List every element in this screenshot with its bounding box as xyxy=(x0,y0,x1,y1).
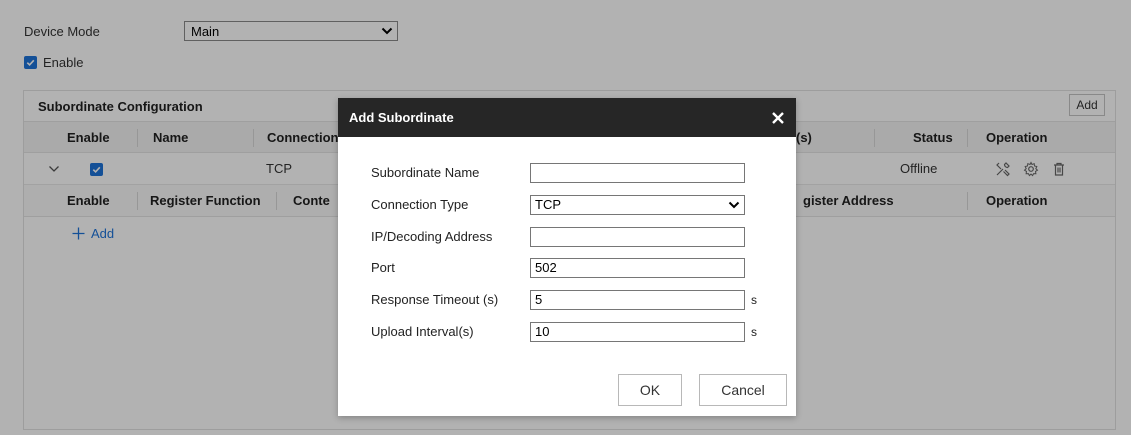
dialog-header: Add Subordinate xyxy=(338,98,796,137)
cancel-button[interactable]: Cancel xyxy=(699,374,787,406)
connection-type-value: TCP xyxy=(535,197,561,212)
ip-address-input[interactable] xyxy=(530,226,745,247)
close-button[interactable] xyxy=(770,110,786,126)
response-timeout-input[interactable]: 5 xyxy=(530,289,745,310)
response-timeout-unit: s xyxy=(751,292,757,307)
response-timeout-label: Response Timeout (s) xyxy=(371,292,499,307)
upload-interval-unit: s xyxy=(751,324,757,339)
dialog-title: Add Subordinate xyxy=(349,110,454,125)
ok-button[interactable]: OK xyxy=(618,374,682,406)
upload-interval-row: Upload Interval(s) 10 s xyxy=(371,321,757,342)
upload-interval-input[interactable]: 10 xyxy=(530,321,745,342)
add-subordinate-dialog: Add Subordinate Subordinate Name Connect… xyxy=(338,98,796,416)
subordinate-name-input[interactable] xyxy=(530,162,745,183)
subordinate-name-row: Subordinate Name xyxy=(371,162,745,183)
connection-type-select[interactable]: TCP xyxy=(530,194,745,215)
port-input[interactable]: 502 xyxy=(530,257,745,278)
subordinate-name-label: Subordinate Name xyxy=(371,165,480,180)
port-row: Port 502 xyxy=(371,257,745,278)
connection-type-label: Connection Type xyxy=(371,197,469,212)
close-icon xyxy=(772,111,784,124)
upload-interval-label: Upload Interval(s) xyxy=(371,324,474,339)
port-label: Port xyxy=(371,260,395,275)
ip-address-label: IP/Decoding Address xyxy=(371,229,493,244)
response-timeout-row: Response Timeout (s) 5 s xyxy=(371,289,757,310)
connection-type-row: Connection Type TCP xyxy=(371,194,745,215)
ip-address-row: IP/Decoding Address xyxy=(371,226,745,247)
chevron-down-icon xyxy=(728,201,740,208)
